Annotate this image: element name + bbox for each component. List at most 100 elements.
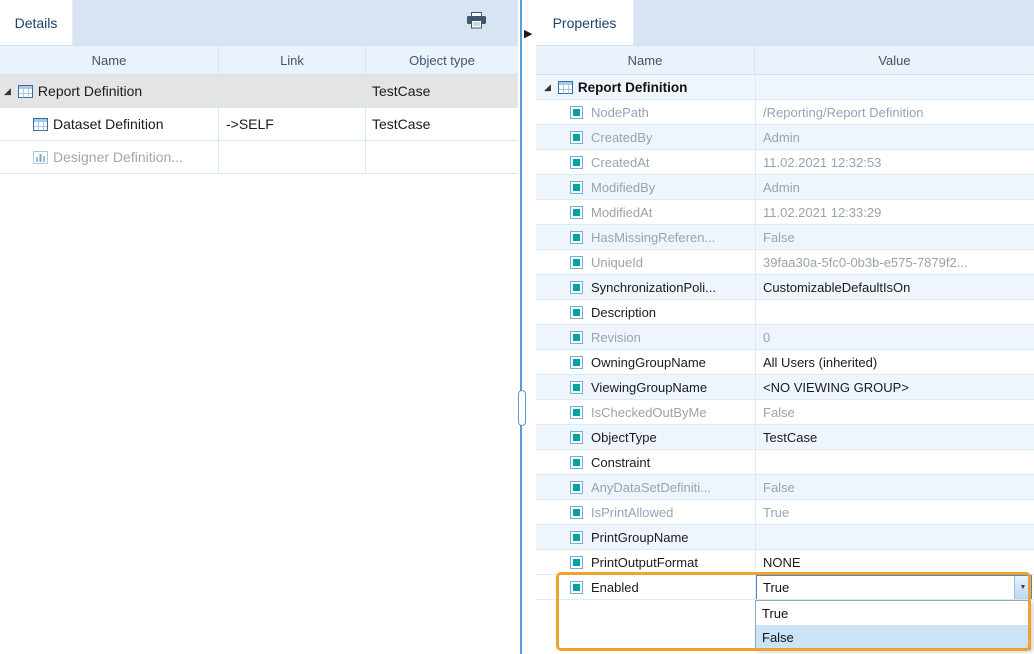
tab-properties[interactable]: Properties — [536, 0, 634, 45]
property-root-row[interactable]: ◢ Report Definition — [536, 75, 1034, 100]
property-icon-fill — [573, 334, 580, 341]
property-row[interactable]: IsPrintAllowedTrue — [536, 500, 1034, 525]
property-icon-fill — [573, 134, 580, 141]
print-button[interactable] — [462, 12, 490, 34]
property-row[interactable]: NodePath/Reporting/Report Definition — [536, 100, 1034, 125]
property-icon — [570, 106, 583, 119]
enabled-property-row[interactable]: Enabled True ▼ — [536, 575, 1034, 600]
property-row[interactable]: PrintOutputFormatNONE — [536, 550, 1034, 575]
details-tabbar: Details — [0, 0, 518, 45]
object-type-cell — [366, 141, 518, 174]
property-icon — [570, 206, 583, 219]
name-cell: ◢ Report Definition — [536, 75, 755, 100]
name-cell: Designer Definition... — [0, 141, 219, 174]
property-row[interactable]: AnyDataSetDefiniti...False — [536, 475, 1034, 500]
property-value: All Users (inherited) — [755, 350, 1034, 375]
property-row[interactable]: PrintGroupName — [536, 525, 1034, 550]
property-row[interactable]: ModifiedAt11.02.2021 12:33:29 — [536, 200, 1034, 225]
expander-icon[interactable]: ◢ — [4, 87, 11, 96]
column-header-object-type[interactable]: Object type — [366, 45, 518, 75]
property-icon — [570, 256, 583, 269]
property-name: Enabled — [591, 580, 639, 595]
enabled-combobox[interactable]: True ▼ — [756, 575, 1032, 600]
property-name: PrintGroupName — [591, 530, 689, 545]
column-header-name[interactable]: Name — [536, 45, 755, 75]
property-row[interactable]: ModifiedByAdmin — [536, 175, 1034, 200]
property-row[interactable]: IsCheckedOutByMeFalse — [536, 400, 1034, 425]
panel-splitter[interactable]: ▶ — [518, 0, 536, 654]
tab-properties-label: Properties — [553, 15, 617, 31]
splitter-grip[interactable] — [518, 390, 526, 426]
property-icon — [570, 456, 583, 469]
name-cell: UniqueId — [536, 250, 755, 275]
property-icon — [570, 581, 583, 594]
property-icon — [570, 181, 583, 194]
property-icon — [570, 131, 583, 144]
property-name: IsPrintAllowed — [591, 505, 673, 520]
property-value: 11.02.2021 12:33:29 — [755, 200, 1034, 225]
property-name: ModifiedBy — [591, 180, 655, 195]
column-header-link[interactable]: Link — [219, 45, 366, 75]
column-header-name[interactable]: Name — [0, 45, 219, 75]
property-row[interactable]: SynchronizationPoli...CustomizableDefaul… — [536, 275, 1034, 300]
object-type-cell: TestCase — [366, 108, 518, 141]
object-type-cell: TestCase — [366, 75, 518, 108]
property-icon — [570, 531, 583, 544]
tab-details[interactable]: Details — [0, 0, 73, 45]
property-row[interactable]: Description — [536, 300, 1034, 325]
details-row[interactable]: Designer Definition... — [0, 141, 518, 174]
row-label: Report Definition — [38, 83, 142, 99]
property-row[interactable]: CreatedAt 11.02.2021 12:32:53 — [536, 150, 1034, 175]
name-cell: PrintOutputFormat — [536, 550, 755, 575]
expander-icon[interactable]: ◢ — [544, 83, 551, 92]
name-cell: HasMissingReferen... — [536, 225, 755, 250]
property-value: False — [755, 225, 1034, 250]
property-row[interactable]: UniqueId39faa30a-5fc0-0b3b-e575-7879f2..… — [536, 250, 1034, 275]
name-cell: ViewingGroupName — [536, 375, 755, 400]
details-row[interactable]: ◢ Report Definition TestCase — [0, 75, 518, 108]
property-name: CreatedAt — [591, 155, 650, 170]
property-icon-fill — [573, 284, 580, 291]
property-name: OwningGroupName — [591, 355, 706, 370]
property-icon-fill — [573, 584, 580, 591]
properties-tabbar: Properties — [536, 0, 1034, 45]
property-row[interactable]: OwningGroupName All Users (inherited) — [536, 350, 1034, 375]
property-name: SynchronizationPoli... — [591, 280, 716, 295]
property-icon-fill — [573, 434, 580, 441]
property-icon-fill — [573, 159, 580, 166]
details-row[interactable]: Dataset Definition->SELFTestCase — [0, 108, 518, 141]
dropdown-option-false[interactable]: False — [756, 625, 1030, 649]
property-row[interactable]: ObjectTypeTestCase — [536, 425, 1034, 450]
column-header-value[interactable]: Value — [755, 45, 1034, 75]
property-icon-fill — [573, 209, 580, 216]
property-name: NodePath — [591, 105, 649, 120]
property-name: HasMissingReferen... — [591, 230, 715, 245]
property-row[interactable]: CreatedByAdmin — [536, 125, 1034, 150]
property-icon — [570, 156, 583, 169]
property-value: 11.02.2021 12:32:53 — [755, 150, 1034, 175]
property-value — [755, 450, 1034, 475]
property-icon-fill — [573, 234, 580, 241]
link-cell — [219, 141, 366, 174]
property-row[interactable]: Constraint — [536, 450, 1034, 475]
properties-rows-container: ◢ Report Definition NodePath/Reporting/R… — [536, 75, 1034, 600]
property-value: NONE — [755, 550, 1034, 575]
combobox-dropdown-button[interactable]: ▼ — [1014, 576, 1031, 599]
name-cell: ObjectType — [536, 425, 755, 450]
properties-column-headers: Name Value — [536, 45, 1034, 75]
dropdown-option-true[interactable]: True — [756, 601, 1030, 625]
property-row[interactable]: Revision0 — [536, 325, 1034, 350]
property-icon-fill — [573, 359, 580, 366]
details-column-headers: Name Link Object type — [0, 45, 518, 75]
property-icon — [570, 556, 583, 569]
enabled-dropdown-popup: True False — [755, 600, 1031, 650]
properties-rows: NodePath/Reporting/Report DefinitionCrea… — [536, 100, 1034, 575]
property-icon-fill — [573, 409, 580, 416]
property-icon — [570, 506, 583, 519]
property-row[interactable]: ViewingGroupName<NO VIEWING GROUP> — [536, 375, 1034, 400]
property-row[interactable]: HasMissingReferen... False — [536, 225, 1034, 250]
property-name: ObjectType — [591, 430, 657, 445]
name-cell: ◢ Report Definition — [0, 75, 219, 108]
splitter-collapse-icon[interactable]: ▶ — [524, 27, 532, 40]
link-cell: ->SELF — [219, 108, 366, 141]
